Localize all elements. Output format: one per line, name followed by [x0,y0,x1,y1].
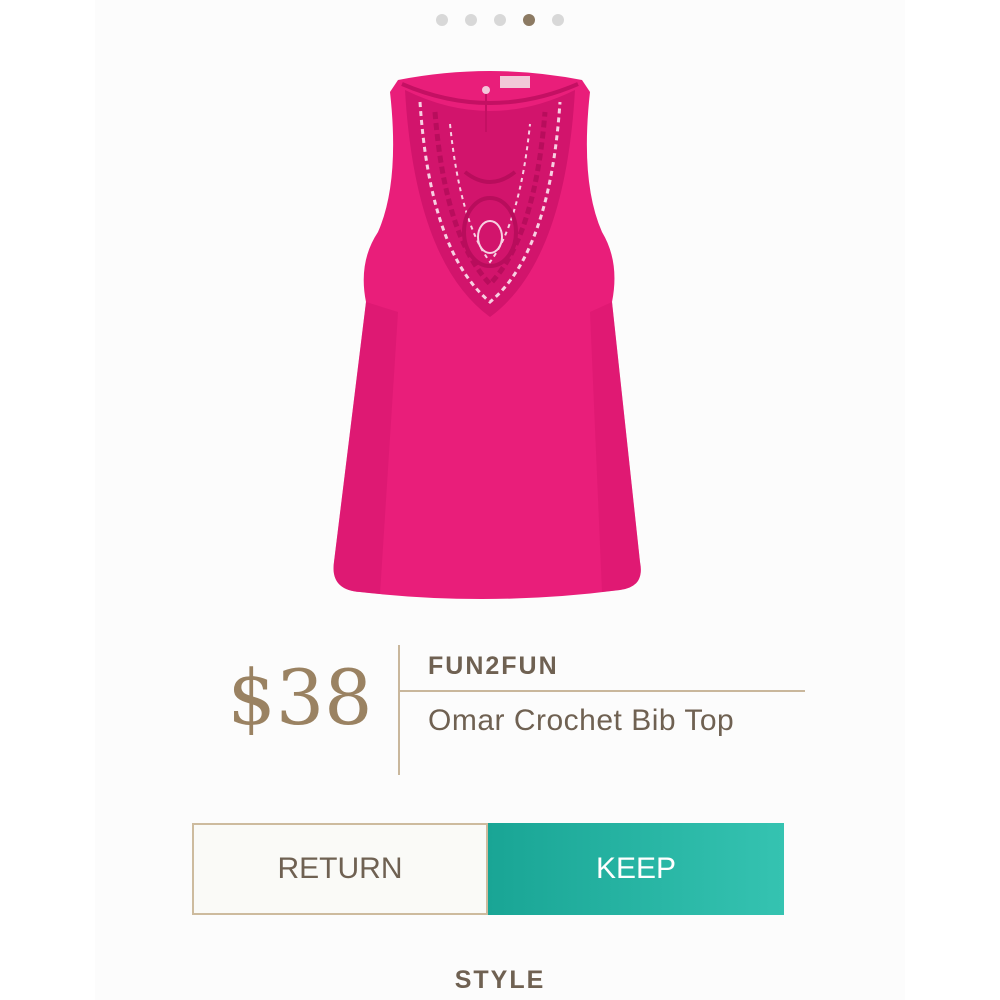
return-button[interactable]: RETURN [192,823,488,915]
product-image [320,62,660,602]
price: $38 [227,653,373,742]
carousel-dot-4[interactable] [523,14,535,26]
carousel-dot-3[interactable] [494,14,506,26]
carousel-dot-5[interactable] [552,14,564,26]
carousel-dot-1[interactable] [436,14,448,26]
product-name: Omar Crochet Bib Top [428,704,735,737]
carousel-indicator [0,14,1000,26]
section-heading: STYLE [454,966,546,994]
divider-vertical [398,645,400,775]
sleeveless-top-image [333,71,641,600]
divider-horizontal [400,690,805,692]
carousel-dot-2[interactable] [465,14,477,26]
keep-button[interactable]: KEEP [488,823,784,915]
brand-name: FUN2FUN [428,652,559,680]
